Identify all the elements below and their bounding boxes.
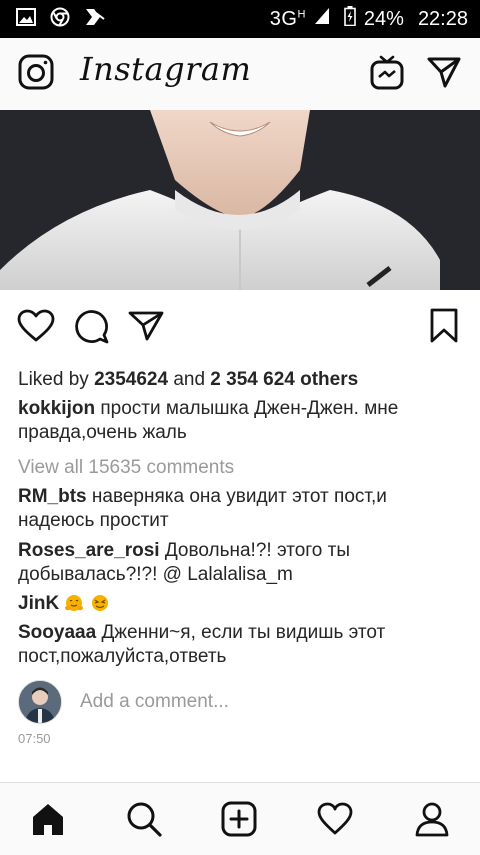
- status-bar: 3GH 24% 22:28: [0, 0, 480, 38]
- share-icon[interactable]: [126, 306, 166, 346]
- network-type: 3GH: [269, 7, 306, 30]
- activity-icon[interactable]: [313, 797, 357, 841]
- add-comment-input[interactable]: Add a comment...: [80, 691, 229, 713]
- post-actions: [0, 300, 480, 352]
- chrome-icon: [50, 7, 70, 32]
- add-comment-row: Add a comment...: [18, 680, 468, 724]
- bookmark-icon[interactable]: [424, 306, 464, 346]
- caption: kokkijon прости малышка Джен-Джен. мне п…: [18, 397, 468, 445]
- signal-icon: [314, 7, 330, 31]
- battery-level: 24%: [363, 7, 404, 30]
- home-icon[interactable]: [26, 797, 70, 841]
- comment-user[interactable]: RM_bts: [18, 486, 87, 507]
- comment-item: JinK: [18, 592, 468, 616]
- search-icon[interactable]: [122, 797, 166, 841]
- hugging-emoji-icon: [64, 594, 84, 612]
- comment-user[interactable]: JinK: [18, 593, 59, 614]
- camera-icon[interactable]: [16, 52, 56, 92]
- comment-icon[interactable]: [72, 306, 112, 346]
- gallery-icon: [16, 7, 36, 31]
- igtv-icon[interactable]: [367, 52, 407, 92]
- likes-user[interactable]: 2354624: [94, 369, 168, 390]
- likes-others[interactable]: 2 354 624 others: [210, 369, 358, 390]
- caption-user[interactable]: kokkijon: [18, 398, 95, 419]
- squinting-emoji-icon: [90, 594, 110, 612]
- comment-item: Sooyaaa Дженни~я, если ты видишь этот по…: [18, 621, 468, 669]
- profile-icon[interactable]: [410, 797, 454, 841]
- comment-item: Roses_are_rosi Довольна!?! этого ты добы…: [18, 539, 468, 587]
- comment-user[interactable]: Roses_are_rosi: [18, 540, 160, 561]
- comment-user[interactable]: Sooyaaa: [18, 622, 96, 643]
- new-post-icon[interactable]: [217, 797, 261, 841]
- avatar[interactable]: [18, 680, 62, 724]
- battery-icon: [344, 6, 356, 32]
- view-all-comments-link[interactable]: View all 15635 comments: [18, 456, 468, 480]
- app-header: Instagram: [0, 38, 480, 111]
- direct-message-icon[interactable]: [424, 52, 464, 92]
- bottom-nav: [0, 782, 480, 855]
- likes-line: Liked by 2354624 and 2 354 624 others: [18, 369, 359, 390]
- app-logo: Instagram: [80, 50, 252, 88]
- post-time: 07:50: [18, 731, 51, 746]
- like-icon[interactable]: [16, 306, 56, 346]
- clock: 22:28: [417, 7, 468, 30]
- post-image[interactable]: [0, 110, 480, 290]
- vpn-icon: [84, 7, 106, 32]
- comment-item: RM_bts наверняка она увидит этот пост,и …: [18, 485, 468, 533]
